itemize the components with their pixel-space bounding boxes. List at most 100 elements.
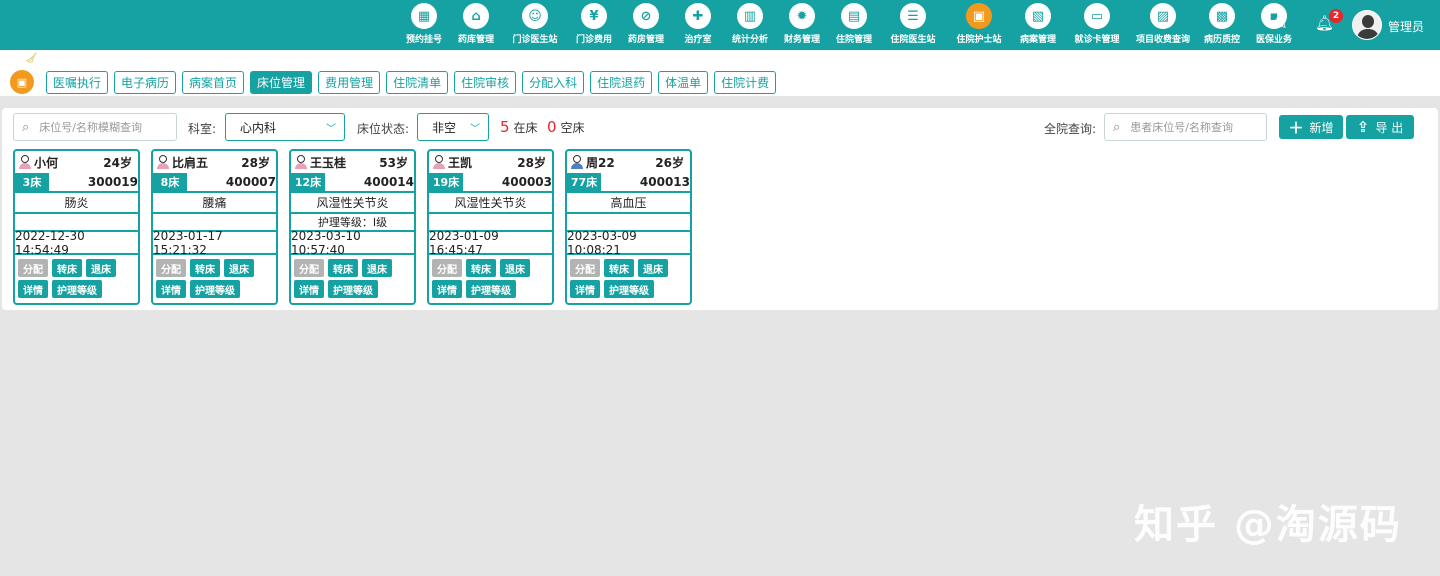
transfer-bed-button[interactable]: 转床 — [328, 259, 358, 277]
warehouse-icon: ⌂ — [463, 3, 489, 29]
avatar[interactable] — [1352, 10, 1382, 40]
global-search-input[interactable] — [1130, 120, 1251, 134]
patient-name: 周22 — [586, 155, 615, 170]
diagnosis: 腰痛 — [153, 191, 276, 212]
function-tabs: 医嘱执行 电子病历 病案首页 床位管理 费用管理 住院清单 住院审核 分配入科 住院退药 体温单住… — [46, 71, 782, 94]
record-icon: ▧ — [1025, 3, 1051, 29]
nursing-level-button[interactable]: 护理等级 — [604, 280, 654, 298]
detail-button[interactable]: 详情 — [570, 280, 600, 298]
bed-card[interactable]: 比肩五 28岁 8床 400007 腰痛 2023-01-17 15:21:32 分配 转床退… — [151, 149, 278, 305]
nav-item-gear-money[interactable]: ✹ 财务管理 — [776, 3, 828, 49]
tab-3[interactable]: 床位管理 — [250, 71, 313, 94]
nav-item-record[interactable]: ▧ 病案管理 — [1012, 3, 1064, 49]
nursing-level: 护理等级：I级 — [291, 212, 414, 230]
tab-7[interactable]: 分配入科 — [522, 71, 585, 94]
tab-0[interactable]: 医嘱执行 — [46, 71, 109, 94]
dept-select[interactable]: 心内科 ﹀ — [225, 113, 345, 141]
nav-item-label: 医保业务 — [1255, 35, 1292, 45]
admission-time: 2022-12-30 14:54:49 — [15, 229, 138, 257]
bed-status-select[interactable]: 非空 ﹀ — [417, 113, 489, 141]
nav-item-warehouse[interactable]: ⌂ 药库管理 — [450, 3, 502, 49]
transfer-bed-button[interactable]: 转床 — [190, 259, 220, 277]
tab-6[interactable]: 住院审核 — [454, 71, 517, 94]
nursing-level-button[interactable]: 护理等级 — [190, 280, 240, 298]
nav-item-treatment[interactable]: ✚ 治疗室 — [672, 3, 724, 49]
nursing-level-button[interactable]: 护理等级 — [328, 280, 378, 298]
discharge-bed-button[interactable]: 退床 — [500, 259, 530, 277]
nav-item-chart[interactable]: ▥ 统计分析 — [724, 3, 776, 49]
bed-card[interactable]: 王凯 28岁 19床 400003 风湿性关节炎 2023-01-09 16:45:47 分… — [427, 149, 554, 305]
tab-1[interactable]: 电子病历 — [114, 71, 177, 94]
broom-icon[interactable]: 🧹︎ — [25, 53, 38, 64]
tab-10[interactable]: 住院计费 — [714, 71, 777, 94]
nav-item-label: 门诊医生站 — [512, 35, 558, 45]
bed-row: 8床 400007 — [153, 173, 276, 191]
nursing-level-button[interactable]: 护理等级 — [466, 280, 516, 298]
add-button[interactable]: ＋ 新增 — [1279, 115, 1343, 139]
detail-button[interactable]: 详情 — [156, 280, 186, 298]
nursing-level — [15, 212, 138, 230]
bed-status-value: 非空 — [432, 120, 457, 135]
discharge-bed-button[interactable]: 退床 — [638, 259, 668, 277]
assign-button[interactable]: 分配 — [18, 259, 48, 277]
tab-2[interactable]: 病案首页 — [182, 71, 245, 94]
nav-item-pill[interactable]: ⊘ 药房管理 — [620, 3, 672, 49]
nav-item-card[interactable]: ▭ 就诊卡管理 — [1064, 3, 1130, 49]
discharge-bed-button[interactable]: 退床 — [86, 259, 116, 277]
tab-4[interactable]: 费用管理 — [318, 71, 381, 94]
assign-button[interactable]: 分配 — [156, 259, 186, 277]
admission-number: 400014 — [363, 175, 414, 189]
nav-item-label: 就诊卡管理 — [1074, 35, 1120, 45]
bed-card[interactable]: 周22 26岁 77床 400013 高血压 2023-03-09 10:08:21 分配转… — [565, 149, 692, 305]
calendar-icon: ▦ — [411, 3, 437, 29]
notification-badge: 2 — [1329, 9, 1343, 23]
discharge-bed-button[interactable]: 退床 — [224, 259, 254, 277]
nav-item-fee-query[interactable]: ▨ 项目收费查询 — [1130, 3, 1196, 49]
edit-icon[interactable]: ✎ — [1274, 14, 1287, 33]
nursing-level — [429, 212, 552, 230]
bed-number: 8床 — [153, 173, 187, 191]
module-nav: ▦ 预约挂号 ⌂ 药库管理 ☺ 门诊医生站 ¥ 门诊费用 ⊘ 药房管理 ✚ 治疗室 ▥ 统计分析 ✹ 财务管理… — [398, 3, 1300, 49]
transfer-bed-button[interactable]: 转床 — [604, 259, 634, 277]
global-search-field[interactable]: ⌕ — [1104, 113, 1267, 141]
patient-name: 王凯 — [448, 155, 473, 170]
tab-9[interactable]: 体温单 — [658, 71, 709, 94]
username[interactable]: 管理员 — [1388, 18, 1424, 35]
nav-item-nurse[interactable]: ▣ 住院护士站 — [946, 3, 1012, 49]
bed-search-input[interactable] — [39, 120, 160, 134]
detail-button[interactable]: 详情 — [18, 280, 48, 298]
diagnosis: 肠炎 — [15, 191, 138, 212]
nav-item-calendar[interactable]: ▦ 预约挂号 — [398, 3, 450, 49]
assign-button[interactable]: 分配 — [570, 259, 600, 277]
tab-5[interactable]: 住院清单 — [386, 71, 449, 94]
transfer-bed-button[interactable]: 转床 — [466, 259, 496, 277]
nav-item-yen[interactable]: ¥ 门诊费用 — [568, 3, 620, 49]
detail-button[interactable]: 详情 — [432, 280, 462, 298]
assign-button[interactable]: 分配 — [432, 259, 462, 277]
admission-number: 400003 — [501, 175, 552, 189]
bed-number: 3床 — [15, 173, 49, 191]
patient-age: 26岁 — [655, 155, 684, 170]
transfer-bed-button[interactable]: 转床 — [52, 259, 82, 277]
patient-icon — [571, 155, 583, 169]
nav-item-inpatient-doctor[interactable]: ☰ 住院医生站 — [880, 3, 946, 49]
admission-number: 400007 — [225, 175, 276, 189]
nursing-level-button[interactable]: 护理等级 — [52, 280, 102, 298]
nav-item-label: 药房管理 — [627, 35, 664, 45]
nav-item-bed[interactable]: ▤ 住院管理 — [828, 3, 880, 49]
export-button[interactable]: ⇪ 导 出 — [1346, 115, 1414, 139]
card-actions: 分配 转床 退床详情 护理等级 — [567, 253, 690, 298]
bed-search-field[interactable]: ⌕ — [13, 113, 177, 141]
doctor-icon: ☺ — [522, 3, 548, 29]
nursing-level — [153, 212, 276, 230]
nav-item-doctor[interactable]: ☺ 门诊医生站 — [502, 3, 568, 49]
nurse-icon: ▣ — [966, 3, 992, 29]
bed-card[interactable]: 小何 24岁 3床 300019 肠炎 2022-12-30 14:54:49 分配 转床 退床… — [13, 149, 140, 305]
bed-card[interactable]: 王玉桂 53岁 12床 400014 风湿性关节炎 护理等级：I级 2023-03-10 1… — [289, 149, 416, 305]
diagnosis: 风湿性关节炎 — [291, 191, 414, 212]
assign-button[interactable]: 分配 — [294, 259, 324, 277]
nav-item-quality[interactable]: ▩ 病历质控 — [1196, 3, 1248, 49]
discharge-bed-button[interactable]: 退床 — [362, 259, 392, 277]
detail-button[interactable]: 详情 — [294, 280, 324, 298]
tab-8[interactable]: 住院退药 — [590, 71, 653, 94]
